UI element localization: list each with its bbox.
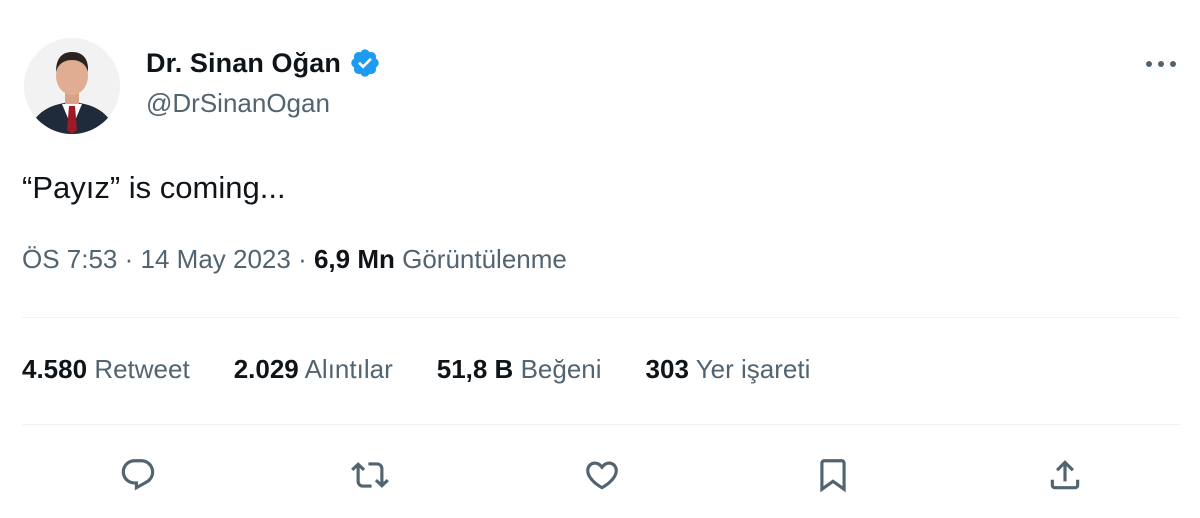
author-handle[interactable]: @DrSinanOgan: [146, 88, 330, 119]
heart-icon: [586, 461, 618, 490]
tweet-meta: ÖS 7:53 · 14 May 2023 · 6,9 Mn Görüntüle…: [22, 244, 567, 275]
engagement-stats: 4.580 Retweet 2.029 Alıntılar 51,8 B Beğ…: [22, 354, 854, 385]
reply-button[interactable]: [113, 450, 163, 500]
author-display-name[interactable]: Dr. Sinan Oğan: [146, 48, 341, 79]
verified-badge-icon: [349, 47, 381, 79]
stat-label: Retweet: [94, 354, 190, 384]
stat-count: 2.029: [233, 354, 299, 384]
bookmark-icon: [820, 459, 846, 493]
divider: [22, 424, 1180, 425]
retweet-button[interactable]: [345, 450, 395, 500]
views-count: 6,9 Mn: [313, 244, 395, 274]
tweet-time[interactable]: ÖS 7:53: [22, 244, 117, 274]
tweet: Dr. Sinan Oğan @DrSinanOgan “Payız” is c…: [0, 0, 1200, 518]
meta-separator: ·: [117, 244, 141, 274]
stat-count: 51,8 B: [436, 354, 514, 384]
avatar-image: [24, 38, 120, 134]
stat-quotes[interactable]: 2.029 Alıntılar: [234, 354, 393, 385]
action-bar: [0, 450, 1200, 500]
tweet-text: “Payız” is coming...: [22, 170, 286, 205]
stat-label: Beğeni: [520, 354, 602, 384]
stat-count: 303: [645, 354, 689, 384]
share-icon: [1050, 460, 1080, 490]
stat-retweets[interactable]: 4.580 Retweet: [22, 354, 190, 385]
stat-label: Yer işareti: [695, 354, 811, 384]
more-icon[interactable]: [1140, 48, 1182, 80]
like-button[interactable]: [577, 450, 627, 500]
share-button[interactable]: [1040, 450, 1090, 500]
stat-count: 4.580: [22, 354, 88, 384]
views-label: Görüntülenme: [402, 244, 567, 274]
reply-icon: [121, 459, 155, 491]
tweet-date[interactable]: 14 May 2023: [141, 244, 291, 274]
stat-bookmarks[interactable]: 303 Yer işareti: [646, 354, 811, 385]
avatar[interactable]: [24, 38, 120, 134]
bookmark-button[interactable]: [808, 450, 858, 500]
meta-separator: ·: [290, 244, 314, 274]
stat-label: Alıntılar: [304, 354, 393, 384]
stat-likes[interactable]: 51,8 B Beğeni: [437, 354, 602, 385]
author-name-row[interactable]: Dr. Sinan Oğan: [146, 44, 381, 82]
divider: [22, 317, 1180, 318]
retweet-icon: [351, 462, 389, 488]
